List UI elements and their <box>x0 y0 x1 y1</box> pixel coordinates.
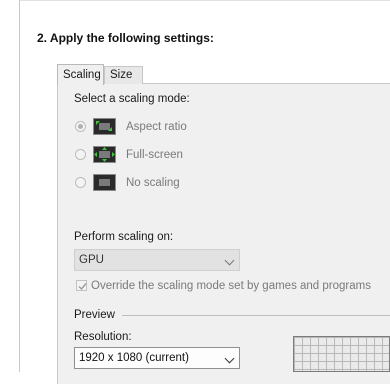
resolution-select[interactable]: 1920 x 1080 (current) <box>74 347 240 369</box>
preview-grid-cell <box>295 338 302 345</box>
preview-grid-cell <box>303 362 310 369</box>
radio-aspect-ratio[interactable] <box>75 121 86 132</box>
preview-grid-cell <box>319 354 326 361</box>
preview-grid-cell <box>383 338 389 345</box>
preview-grid-cell <box>303 354 310 361</box>
preview-grid-cell <box>359 362 366 369</box>
preview-grid-cell <box>343 354 350 361</box>
preview-grid-cell <box>335 346 342 353</box>
select-mode-label: Select a scaling mode: <box>74 93 190 105</box>
preview-divider <box>122 315 390 316</box>
preview-grid-cell <box>327 354 334 361</box>
preview-grid-cell <box>343 338 350 345</box>
preview-grid-cell <box>327 362 334 369</box>
preview-grid-cell <box>367 362 374 369</box>
preview-grid-cell <box>359 346 366 353</box>
preview-grid-cell <box>311 338 318 345</box>
preview-grid-cell <box>295 346 302 353</box>
radio-selected-dot <box>78 124 83 129</box>
preview-grid-cell <box>351 338 358 345</box>
preview-grid-cell <box>367 338 374 345</box>
radio-no-scaling[interactable] <box>75 177 86 188</box>
full-screen-icon <box>93 146 116 163</box>
aspect-ratio-icon <box>93 118 116 135</box>
preview-grid-cell <box>311 362 318 369</box>
perform-scaling-value: GPU <box>79 254 104 266</box>
preview-grid-cell <box>359 338 366 345</box>
preview-grid <box>293 336 390 372</box>
preview-grid-cell <box>335 338 342 345</box>
preview-grid-cell <box>303 346 310 353</box>
preview-grid-cell <box>367 346 374 353</box>
preview-grid-cell <box>383 362 389 369</box>
preview-grid-cell <box>319 362 326 369</box>
override-label: Override the scaling mode set by games a… <box>91 280 371 292</box>
preview-grid-cell <box>375 354 382 361</box>
preview-grid-cell <box>359 354 366 361</box>
preview-grid-cell <box>343 346 350 353</box>
preview-grid-cell <box>383 354 389 361</box>
preview-grid-cell <box>383 346 389 353</box>
perform-scaling-select[interactable]: GPU <box>74 249 240 271</box>
preview-grid-cell <box>295 362 302 369</box>
chevron-down-icon <box>224 353 235 364</box>
preview-grid-cell <box>375 362 382 369</box>
preview-grid-cell <box>295 354 302 361</box>
preview-grid-cell <box>375 346 382 353</box>
preview-grid-cell <box>311 354 318 361</box>
preview-heading: Preview <box>74 309 115 321</box>
preview-grid-cell <box>351 362 358 369</box>
preview-grid-cell <box>327 338 334 345</box>
radio-full-screen[interactable] <box>75 149 86 160</box>
preview-grid-cell <box>311 346 318 353</box>
chevron-down-icon <box>224 255 235 266</box>
preview-grid-cell <box>319 338 326 345</box>
preview-grid-cell <box>343 362 350 369</box>
perform-scaling-label: Perform scaling on: <box>74 231 174 243</box>
override-checkbox[interactable] <box>76 280 87 291</box>
top-rule <box>20 0 390 1</box>
left-rule <box>19 0 20 372</box>
preview-grid-cell <box>335 354 342 361</box>
resolution-label: Resolution: <box>74 331 132 343</box>
resolution-value: 1920 x 1080 (current) <box>79 352 189 364</box>
section-title: 2. Apply the following settings: <box>37 31 214 45</box>
preview-grid-cell <box>319 346 326 353</box>
preview-grid-cell <box>335 362 342 369</box>
aspect-ratio-label: Aspect ratio <box>126 121 187 133</box>
no-scaling-icon <box>93 174 116 191</box>
preview-grid-cell <box>351 346 358 353</box>
full-screen-label: Full-screen <box>126 149 183 161</box>
preview-grid-cell <box>303 338 310 345</box>
preview-grid-cell <box>351 354 358 361</box>
preview-grid-cell <box>327 346 334 353</box>
no-scaling-label: No scaling <box>126 177 180 189</box>
preview-grid-cell <box>367 354 374 361</box>
tab-size[interactable]: Size <box>104 66 143 84</box>
checkmark-icon <box>78 283 87 291</box>
tab-scaling[interactable]: Scaling <box>57 64 104 85</box>
preview-grid-cell <box>375 338 382 345</box>
